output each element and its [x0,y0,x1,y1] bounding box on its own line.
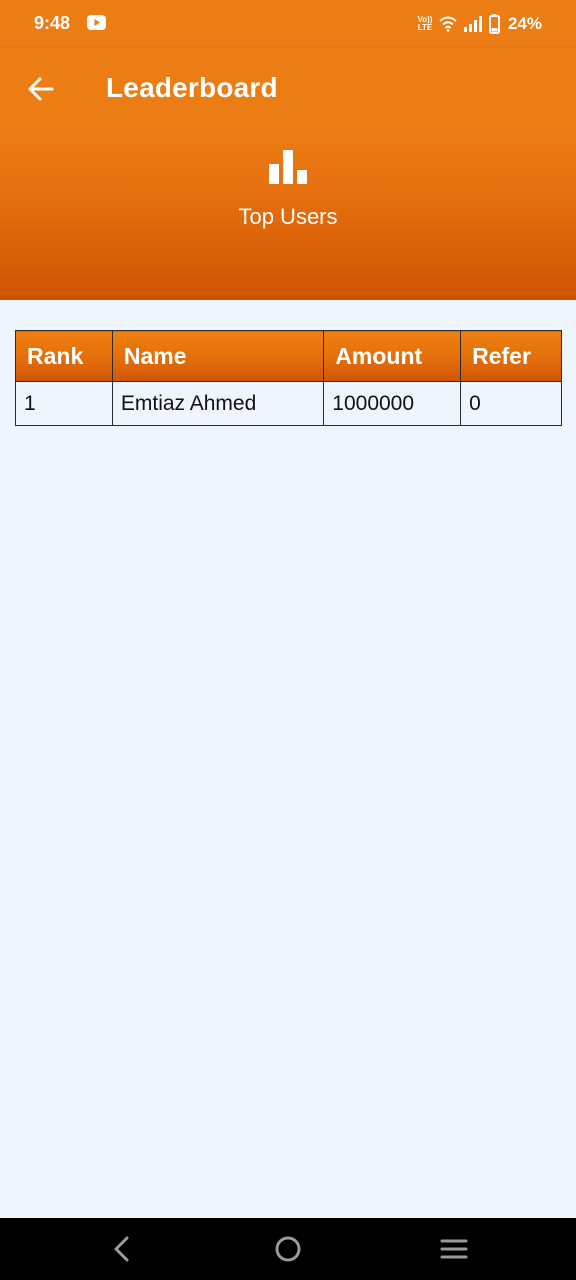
leaderboard-table: Rank Name Amount Refer 1 Emtiaz Ahmed 10… [15,330,562,426]
system-navigation-bar [0,1218,576,1280]
nav-back-icon[interactable] [110,1235,134,1263]
refer-cell: 0 [460,381,562,426]
name-cell: Emtiaz Ahmed [111,381,325,426]
signal-icon [463,16,482,32]
amount-cell: 1000000 [323,381,462,426]
battery-percent: 24% [507,14,542,33]
column-header-rank: Rank [15,330,113,382]
status-time: 9:48 [34,13,71,33]
column-header-amount: Amount [323,330,462,382]
banner-caption: Top Users [238,204,338,229]
column-header-refer: Refer [460,330,562,382]
table-header-row: Rank Name Amount Refer [15,330,562,382]
app-bar: Leaderboard [0,48,576,130]
back-arrow-icon[interactable] [27,75,55,103]
top-users-banner: Top Users [0,130,576,300]
wifi-icon [439,16,457,32]
status-icons: Vo)) LTE 24% [417,12,542,36]
status-bar: 9:48 Vo)) LTE 24% [0,0,576,48]
page-title: Leaderboard [106,72,278,103]
youtube-notification-icon [87,15,106,30]
nav-home-icon[interactable] [275,1236,301,1262]
volte-icon: Vo)) LTE [417,15,433,32]
column-header-name: Name [111,330,325,382]
bar-chart-icon [269,150,307,184]
battery-icon [488,14,500,34]
table-row: 1 Emtiaz Ahmed 1000000 0 [15,381,562,426]
nav-recents-icon[interactable] [440,1238,468,1260]
rank-cell: 1 [15,381,113,426]
